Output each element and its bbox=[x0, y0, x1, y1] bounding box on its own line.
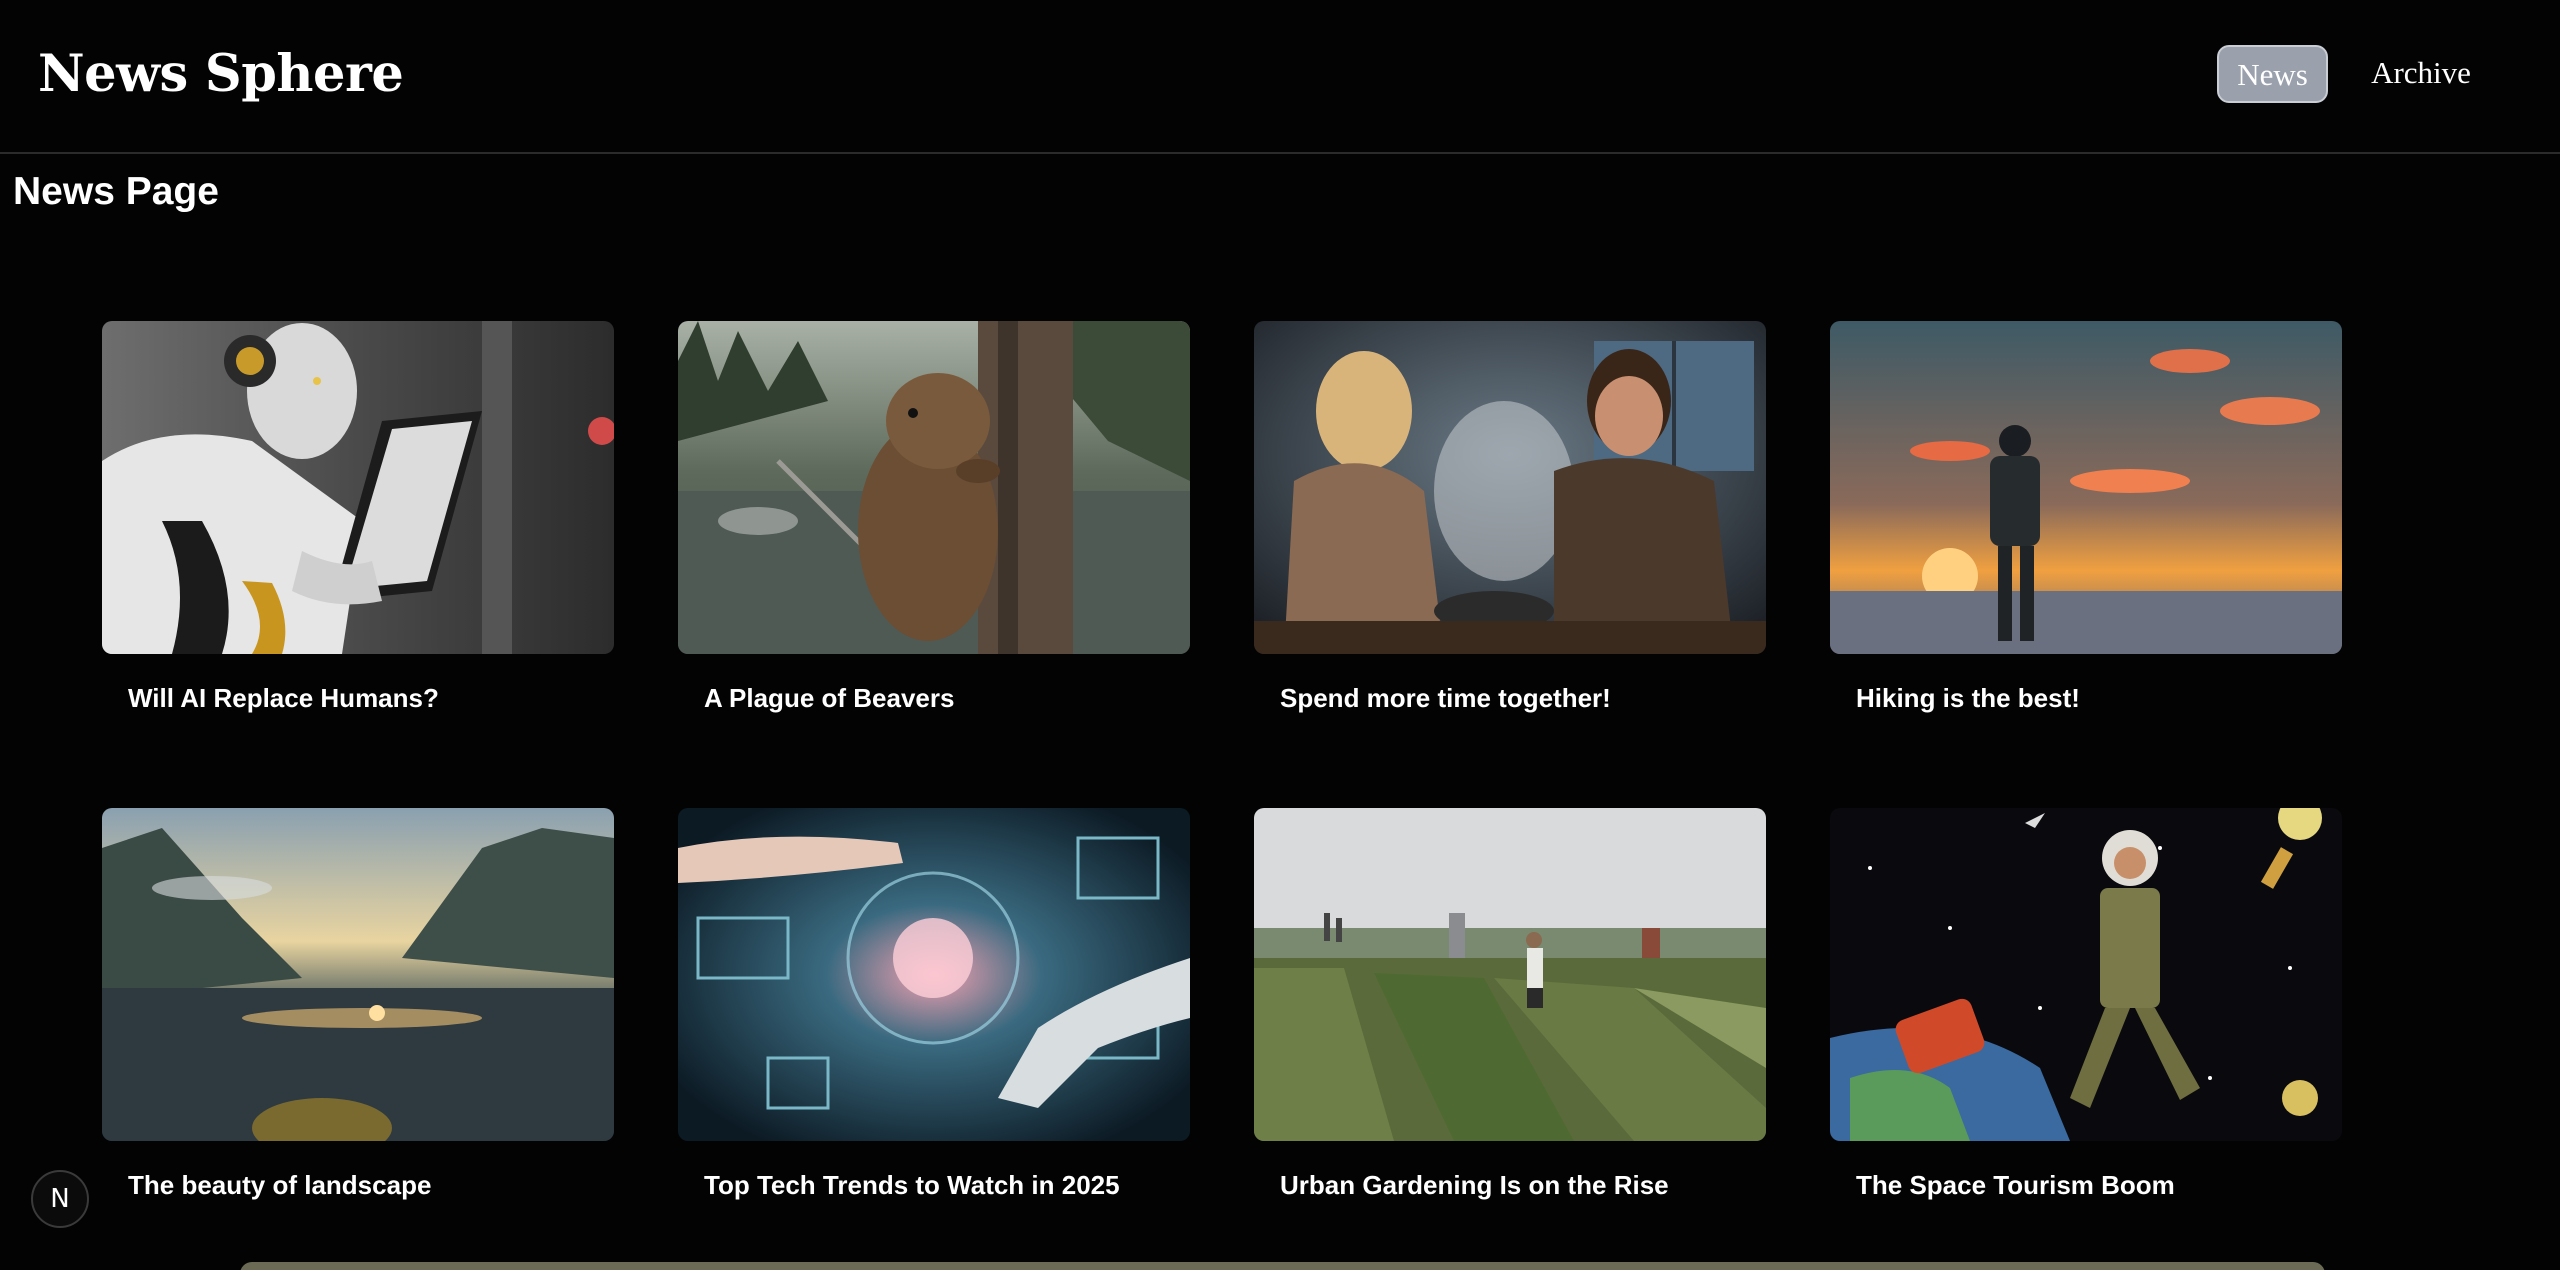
article-title[interactable]: Will AI Replace Humans? bbox=[128, 683, 608, 714]
top-navigation-bar: News Sphere News Archive bbox=[0, 0, 2560, 154]
nav-news-link[interactable]: News bbox=[2217, 45, 2328, 103]
article-title[interactable]: The beauty of landscape bbox=[128, 1170, 608, 1201]
article-card[interactable]: Top Tech Trends to Watch in 2025 bbox=[678, 808, 1190, 1200]
robot-with-tablet-image bbox=[102, 321, 614, 654]
hiker-at-sunset-image bbox=[1830, 321, 2342, 654]
article-card[interactable]: Will AI Replace Humans? bbox=[102, 321, 614, 713]
page-title: News Page bbox=[13, 170, 219, 213]
beaver-on-tree-image bbox=[678, 321, 1190, 654]
article-card[interactable]: Hiking is the best! bbox=[1830, 321, 2342, 713]
article-card[interactable]: Spend more time together! bbox=[1254, 321, 1766, 713]
article-title[interactable]: Spend more time together! bbox=[1280, 683, 1760, 714]
tech-hologram-image bbox=[678, 808, 1190, 1141]
couple-cooking-image bbox=[1254, 321, 1766, 654]
article-title[interactable]: Hiking is the best! bbox=[1856, 683, 2336, 714]
article-title[interactable]: Top Tech Trends to Watch in 2025 bbox=[704, 1170, 1184, 1201]
rooftop-garden-image bbox=[1254, 808, 1766, 1141]
space-traveler-image bbox=[1830, 808, 2342, 1141]
article-title[interactable]: The Space Tourism Boom bbox=[1856, 1170, 2336, 1201]
article-card[interactable]: The Space Tourism Boom bbox=[1830, 808, 2342, 1200]
nextjs-logo-icon[interactable]: N bbox=[31, 1170, 89, 1228]
article-title[interactable]: Urban Gardening Is on the Rise bbox=[1280, 1170, 1760, 1201]
site-brand[interactable]: News Sphere bbox=[38, 44, 404, 104]
partial-next-row bbox=[240, 1262, 2325, 1270]
nav-archive-link[interactable]: Archive bbox=[2356, 45, 2486, 103]
mountain-lake-image bbox=[102, 808, 614, 1141]
article-title[interactable]: A Plague of Beavers bbox=[704, 683, 1184, 714]
article-card[interactable]: A Plague of Beavers bbox=[678, 321, 1190, 713]
article-card[interactable]: Urban Gardening Is on the Rise bbox=[1254, 808, 1766, 1200]
article-card[interactable]: The beauty of landscape bbox=[102, 808, 614, 1200]
